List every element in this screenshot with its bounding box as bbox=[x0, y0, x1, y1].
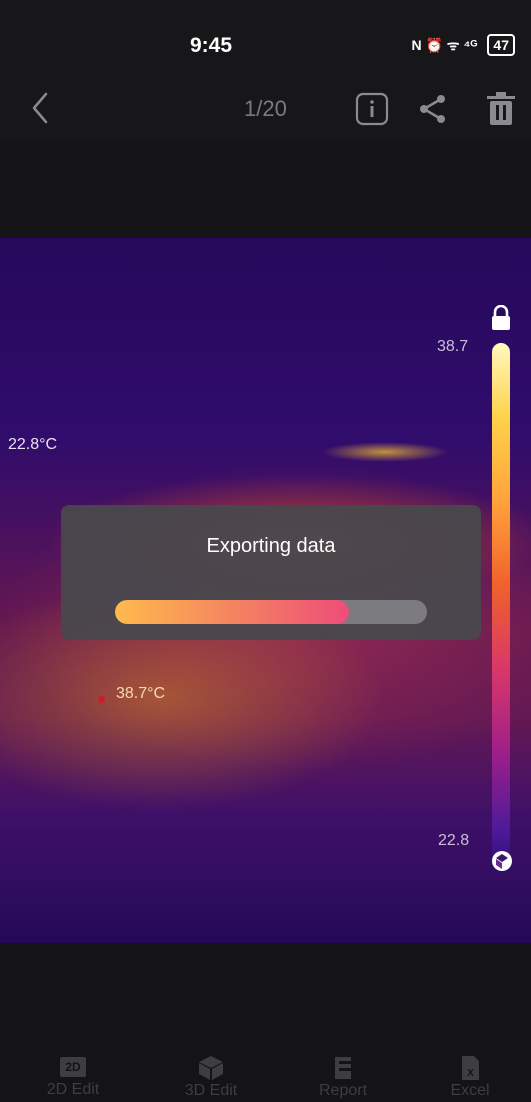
tab-excel[interactable]: X Excel bbox=[415, 1055, 525, 1102]
export-dialog-title: Exporting data bbox=[206, 535, 336, 557]
max-temp-spot-label: 38.7°C bbox=[116, 685, 166, 702]
status-indicator-icons: N ⏰ ᯤ ⁴ᴳ bbox=[411, 36, 478, 53]
delete-button[interactable] bbox=[484, 90, 518, 128]
svg-text:X: X bbox=[467, 1068, 474, 1079]
tab-3d-edit[interactable]: 3D Edit bbox=[156, 1055, 266, 1102]
header-toolbar: 1/20 bbox=[0, 80, 531, 140]
status-time: 9:45 bbox=[190, 34, 233, 57]
battery-icon: 47 bbox=[487, 34, 515, 56]
back-button[interactable] bbox=[24, 88, 62, 128]
info-icon bbox=[355, 92, 389, 126]
temperature-scale-bar[interactable] bbox=[492, 343, 510, 873]
excel-icon: X bbox=[462, 1056, 479, 1080]
tab-report-label: Report bbox=[318, 1082, 368, 1099]
tab-3d-edit-label: 3D Edit bbox=[184, 1082, 238, 1099]
scale-min-label: 22.8 bbox=[438, 832, 470, 849]
tab-2d-edit-label: 2D Edit bbox=[46, 1081, 100, 1098]
trash-icon bbox=[487, 92, 515, 125]
info-button[interactable] bbox=[355, 92, 389, 126]
max-temp-marker bbox=[98, 696, 105, 703]
share-icon bbox=[420, 95, 445, 123]
bottom-area: 2D 2D Edit 3D Edit Report X Excel bbox=[0, 943, 531, 1102]
cube-icon bbox=[199, 1056, 223, 1080]
tab-excel-label: Excel bbox=[450, 1082, 490, 1099]
page-counter: 1/20 bbox=[244, 96, 287, 121]
export-progress-fill bbox=[115, 600, 349, 624]
palette-icon[interactable] bbox=[490, 850, 514, 872]
report-icon bbox=[335, 1057, 351, 1079]
image-top-margin bbox=[0, 140, 531, 238]
bottom-tab-bar: 2D 2D Edit 3D Edit Report X Excel bbox=[0, 1055, 531, 1102]
min-temp-spot-label: 22.8°C bbox=[8, 436, 58, 453]
lock-icon[interactable] bbox=[490, 305, 512, 331]
scale-max-label: 38.7 bbox=[437, 338, 469, 355]
2d-edit-icon: 2D bbox=[60, 1057, 86, 1077]
status-bar: 9:45 N ⏰ ᯤ ⁴ᴳ 47 bbox=[0, 0, 531, 80]
export-progress-dialog: Exporting data bbox=[61, 505, 481, 640]
tab-2d-edit[interactable]: 2D 2D Edit bbox=[18, 1055, 128, 1102]
tab-report[interactable]: Report bbox=[288, 1055, 398, 1102]
chevron-left-icon bbox=[32, 92, 48, 124]
status-indicators: N ⏰ ᯤ ⁴ᴳ 47 bbox=[411, 34, 515, 56]
share-button[interactable] bbox=[415, 91, 451, 127]
export-progress-track bbox=[115, 600, 427, 624]
